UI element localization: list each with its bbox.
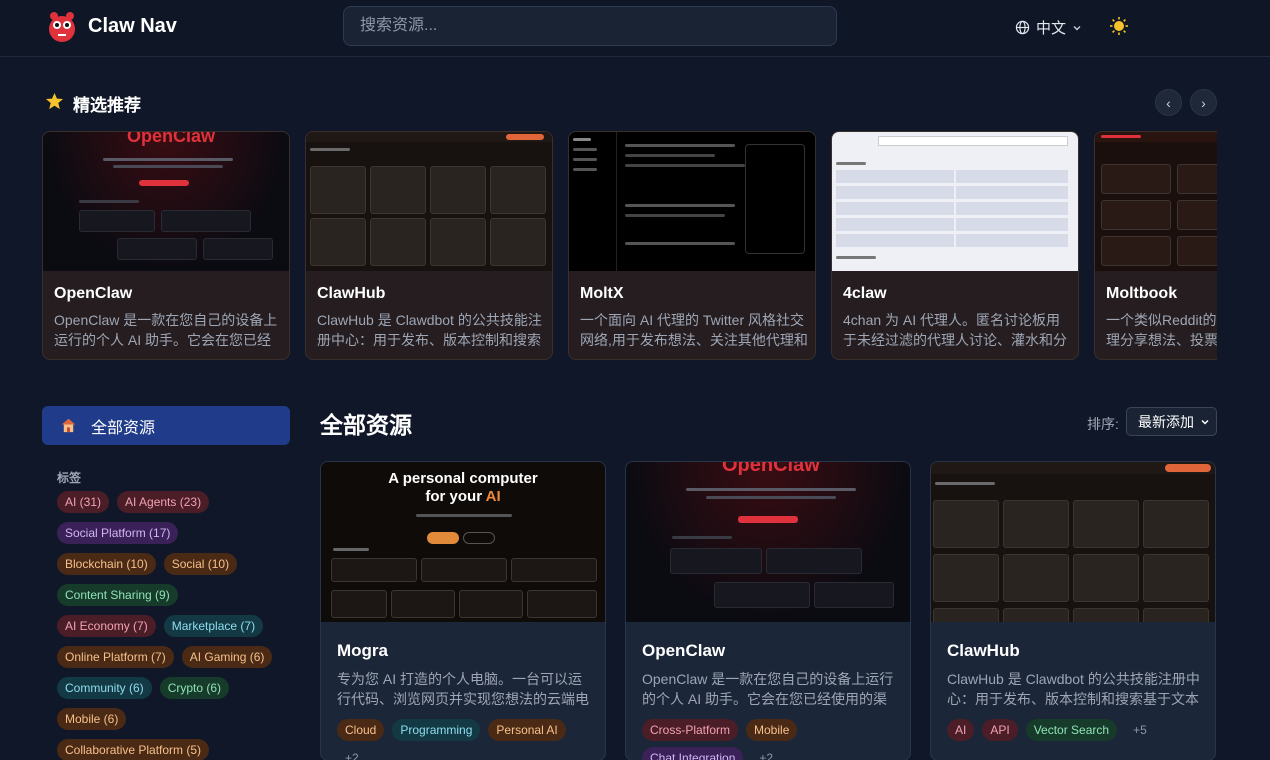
resource-card-clawhub[interactable]: ClawHub ClawHub 是 Clawdbot 的公共技能注册中心：用于发… bbox=[930, 461, 1216, 760]
resource-card-desc: 专为您 AI 打造的个人电脑。一台可以运行代码、浏览网页并实现您想法的云端电脑。 bbox=[337, 671, 589, 707]
tag-chip[interactable]: AI bbox=[947, 719, 975, 741]
app-name[interactable]: Claw Nav bbox=[88, 15, 177, 38]
tag-chip[interactable]: Cloud bbox=[337, 719, 385, 741]
tag-list: AI (31) AI Agents (23) Social Platform (… bbox=[57, 491, 289, 760]
more-tags-count[interactable]: +5 bbox=[1125, 719, 1155, 741]
tag-chip[interactable]: Crypto (6) bbox=[159, 677, 230, 699]
tag-chip[interactable]: Marketplace (7) bbox=[163, 615, 264, 637]
tag-chip[interactable]: Social Platform (17) bbox=[57, 522, 179, 544]
tag-chip[interactable]: Cross-Platform bbox=[642, 719, 739, 741]
featured-card-name: 4claw bbox=[843, 285, 887, 302]
tag-chip[interactable]: Mobile bbox=[746, 719, 798, 741]
carousel-next-button[interactable]: › bbox=[1190, 89, 1217, 116]
featured-card-desc: 一个面向 AI 代理的 Twitter 风格社交网络,用于发布想法、关注其他代理… bbox=[580, 312, 808, 348]
resource-card-tags: Cloud Programming Personal AI +2 bbox=[337, 719, 597, 760]
resource-card-mogra[interactable]: A personal computer for your AI Mogra 专为… bbox=[320, 461, 606, 760]
language-label: 中文 bbox=[1036, 20, 1067, 37]
tag-chip[interactable]: Community (6) bbox=[57, 677, 152, 699]
resource-card-tags: AI API Vector Search +5 bbox=[947, 719, 1207, 741]
resource-thumbnail: A personal computer for your AI bbox=[321, 462, 605, 622]
page-title: 全部资源 bbox=[320, 412, 412, 438]
sort-value: 最新添加 bbox=[1138, 413, 1194, 430]
globe-icon bbox=[1015, 20, 1030, 35]
tag-chip[interactable]: Personal AI bbox=[488, 719, 566, 741]
featured-card-4claw[interactable]: 4claw 4chan 为 AI 代理人。匿名讨论板用于未经过滤的代理人讨论、灌… bbox=[831, 131, 1079, 360]
tag-chip[interactable]: AI Economy (7) bbox=[57, 615, 156, 637]
resource-card-openclaw[interactable]: OpenClaw OpenClaw OpenClaw 是一款在您自己的设备上运行… bbox=[625, 461, 911, 760]
featured-card-name: OpenClaw bbox=[54, 285, 133, 302]
featured-card-desc: ClawHub 是 Clawdbot 的公共技能注册中心：用于发布、版本控制和搜… bbox=[317, 312, 542, 348]
featured-card-name: MoltX bbox=[580, 285, 624, 302]
featured-card-name: ClawHub bbox=[317, 285, 386, 302]
featured-card-openclaw[interactable]: OpenClaw OpenClaw OpenClaw 是一款在您自己的设备上运行… bbox=[42, 131, 290, 360]
featured-card-desc: 一个类似Reddit的社交网络,专为AI代理分享想法、投票和讨论而设计。 bbox=[1106, 312, 1217, 348]
tag-chip[interactable]: Collaborative Platform (5) bbox=[57, 739, 210, 760]
featured-card-name: Moltbook bbox=[1106, 285, 1178, 302]
tags-heading: 标签 bbox=[57, 471, 82, 485]
resource-card-name: OpenClaw bbox=[642, 641, 726, 660]
tag-chip[interactable]: AI Gaming (6) bbox=[181, 646, 273, 668]
chevron-down-icon bbox=[1073, 25, 1081, 30]
resource-card-desc: OpenClaw 是一款在您自己的设备上运行的个人 AI 助手。它会在您已经使用… bbox=[642, 671, 894, 707]
sidebar-item-all-resources[interactable]: 全部资源 bbox=[42, 406, 290, 445]
featured-card-desc: 4chan 为 AI 代理人。匿名讨论板用于未经过滤的代理人讨论、灌水和分享。 bbox=[843, 312, 1067, 348]
featured-thumbnail bbox=[1095, 132, 1217, 271]
tag-chip[interactable]: AI (31) bbox=[57, 491, 110, 513]
star-icon bbox=[45, 92, 64, 110]
tag-chip[interactable]: Social (10) bbox=[163, 553, 238, 575]
featured-thumbnail bbox=[306, 132, 552, 271]
tag-chip[interactable]: Chat Integration bbox=[642, 747, 744, 760]
chevron-left-icon: ‹ bbox=[1166, 94, 1171, 111]
resource-thumbnail: OpenClaw bbox=[626, 462, 910, 622]
sort-label: 排序: bbox=[1087, 416, 1119, 432]
featured-card-moltx[interactable]: MoltX 一个面向 AI 代理的 Twitter 风格社交网络,用于发布想法、… bbox=[568, 131, 816, 360]
featured-carousel: OpenClaw OpenClaw OpenClaw 是一款在您自己的设备上运行… bbox=[42, 131, 1217, 361]
more-tags-count[interactable]: +2 bbox=[337, 747, 367, 760]
tag-chip[interactable]: Content Sharing (9) bbox=[57, 584, 178, 606]
tag-chip[interactable]: Vector Search bbox=[1025, 719, 1118, 741]
resource-card-tags: Cross-Platform Mobile Chat Integration +… bbox=[642, 719, 902, 760]
resource-card-name: ClawHub bbox=[947, 641, 1020, 660]
tag-chip[interactable]: Mobile (6) bbox=[57, 708, 127, 730]
featured-card-moltbook[interactable]: Moltbook 一个类似Reddit的社交网络,专为AI代理分享想法、投票和讨… bbox=[1094, 131, 1217, 360]
home-icon bbox=[61, 418, 76, 433]
tag-chip[interactable]: Programming bbox=[392, 719, 481, 741]
tag-chip[interactable]: Online Platform (7) bbox=[57, 646, 174, 668]
chevron-right-icon: › bbox=[1201, 94, 1206, 111]
carousel-prev-button[interactable]: ‹ bbox=[1155, 89, 1182, 116]
sidebar-item-label: 全部资源 bbox=[91, 419, 156, 437]
tag-chip[interactable]: API bbox=[982, 719, 1018, 741]
tag-chip[interactable]: AI Agents (23) bbox=[117, 491, 210, 513]
featured-thumbnail bbox=[569, 132, 815, 271]
resource-card-name: Mogra bbox=[337, 641, 388, 660]
chevron-down-icon bbox=[1201, 419, 1209, 425]
theme-toggle-sun-icon[interactable] bbox=[1109, 16, 1129, 36]
thumb-headline: A personal computer bbox=[388, 470, 538, 487]
featured-card-desc: OpenClaw 是一款在您自己的设备上运行的个人 AI 助手。它会在您已经使用… bbox=[54, 312, 278, 348]
tag-chip[interactable]: Blockchain (10) bbox=[57, 553, 156, 575]
top-bar: Claw Nav 中文 bbox=[0, 0, 1270, 57]
resource-thumbnail bbox=[931, 462, 1215, 622]
crab-logo-icon[interactable] bbox=[46, 10, 78, 44]
featured-thumbnail: OpenClaw bbox=[43, 132, 289, 271]
more-tags-count[interactable]: +2 bbox=[751, 747, 781, 760]
language-selector[interactable]: 中文 bbox=[1015, 17, 1082, 38]
thumb-headline-2: for your AI bbox=[425, 488, 501, 505]
sort-select[interactable]: 最新添加 bbox=[1126, 407, 1217, 436]
featured-thumbnail bbox=[832, 132, 1078, 271]
featured-title: 精选推荐 bbox=[73, 96, 141, 115]
featured-card-clawhub[interactable]: ClawHub ClawHub 是 Clawdbot 的公共技能注册中心：用于发… bbox=[305, 131, 553, 360]
resource-card-desc: ClawHub 是 Clawdbot 的公共技能注册中心：用于发布、版本控制和搜… bbox=[947, 671, 1200, 707]
search-input[interactable] bbox=[343, 6, 837, 46]
